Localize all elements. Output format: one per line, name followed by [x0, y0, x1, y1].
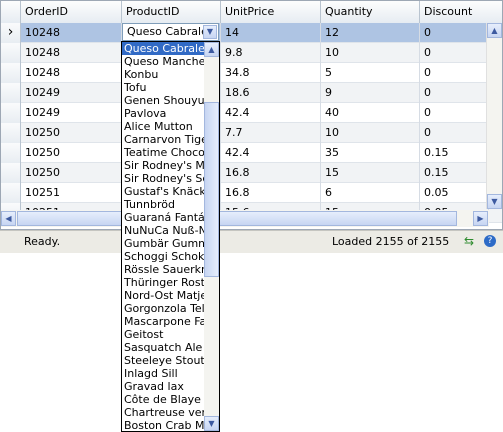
cell-order[interactable]: 10250	[21, 123, 122, 143]
cell-qty[interactable]: 35	[321, 143, 420, 163]
table-row[interactable]: 10248 9.8 10 0	[1, 43, 502, 63]
cell-order[interactable]: 10248	[21, 23, 122, 43]
scroll-up-icon[interactable]: ▲	[487, 23, 502, 38]
cell-price[interactable]: 9.8	[221, 43, 321, 63]
cell-price[interactable]: 16.8	[221, 183, 321, 203]
cell-disc[interactable]: 0	[420, 103, 489, 123]
dropdown-scrollbar[interactable]: ▲ ▼	[204, 42, 219, 431]
product-dropdown-list[interactable]: Queso CabralesQueso Manchego La PastoraK…	[121, 41, 220, 432]
cell-disc[interactable]: 0	[420, 63, 489, 83]
cell-price[interactable]: 18.6	[221, 83, 321, 103]
refresh-icon[interactable]: ⇆	[464, 234, 474, 248]
cell-price[interactable]: 34.8	[221, 63, 321, 83]
cell-order[interactable]: 10251	[21, 183, 122, 203]
cell-order[interactable]: 10250	[21, 163, 122, 183]
cell-order[interactable]: 10248	[21, 63, 122, 83]
row-header[interactable]	[1, 143, 21, 163]
cell-price[interactable]: 7.7	[221, 123, 321, 143]
dropdown-scroll-down-icon[interactable]: ▼	[204, 416, 219, 431]
table-row[interactable]: 10250 16.8 15 0.15	[1, 163, 502, 183]
cell-order[interactable]: 10250	[21, 143, 122, 163]
scroll-right-icon[interactable]: ▶	[473, 211, 488, 226]
grid-header: OrderID ProductID UnitPrice Quantity Dis…	[1, 1, 502, 24]
cell-disc[interactable]: 0	[420, 43, 489, 63]
header-corner	[1, 1, 21, 23]
row-header[interactable]: ›	[1, 23, 21, 43]
cell-qty[interactable]: 9	[321, 83, 420, 103]
dropdown-scroll-thumb[interactable]	[204, 102, 219, 277]
cell-disc[interactable]: 0	[420, 123, 489, 143]
status-ready-text: Ready.	[24, 235, 61, 248]
combo-value: Queso Cabrales	[127, 25, 214, 38]
cell-disc[interactable]: 0.15	[420, 163, 489, 183]
cell-price[interactable]: 42.4	[221, 143, 321, 163]
status-loaded-text: Loaded 2155 of 2155	[332, 235, 450, 248]
data-grid: OrderID ProductID UnitPrice Quantity Dis…	[0, 0, 503, 230]
table-row[interactable]: 10250 42.4 35 0.15	[1, 143, 502, 163]
cell-order[interactable]: 10249	[21, 103, 122, 123]
column-header-quantity[interactable]: Quantity	[321, 1, 420, 23]
cell-qty[interactable]: 40	[321, 103, 420, 123]
scroll-left-icon[interactable]: ◀	[1, 211, 16, 226]
cell-price[interactable]: 16.8	[221, 163, 321, 183]
row-header[interactable]	[1, 183, 21, 203]
row-header[interactable]	[1, 63, 21, 83]
table-row[interactable]: 10249 42.4 40 0	[1, 103, 502, 123]
cell-qty[interactable]: 12	[321, 23, 420, 43]
cell-qty[interactable]: 6	[321, 183, 420, 203]
row-header[interactable]	[1, 43, 21, 63]
cell-qty[interactable]: 15	[321, 163, 420, 183]
table-row[interactable]: 10250 7.7 10 0	[1, 123, 502, 143]
column-header-unitprice[interactable]: UnitPrice	[221, 1, 321, 23]
column-header-orderid[interactable]: OrderID	[21, 1, 122, 23]
scroll-down-icon[interactable]: ▼	[487, 194, 502, 209]
cell-disc[interactable]: 0	[420, 83, 489, 103]
horizontal-scrollbar[interactable]: ◀ ▶	[1, 210, 489, 227]
cell-qty[interactable]: 10	[321, 123, 420, 143]
cell-disc[interactable]: 0.15	[420, 143, 489, 163]
row-header[interactable]	[1, 163, 21, 183]
horizontal-scroll-thumb[interactable]	[17, 211, 457, 226]
cell-order[interactable]: 10248	[21, 43, 122, 63]
dropdown-scroll-up-icon[interactable]: ▲	[204, 42, 219, 57]
cell-qty[interactable]: 5	[321, 63, 420, 83]
cell-disc[interactable]: 0.05	[420, 183, 489, 203]
row-header[interactable]	[1, 83, 21, 103]
column-header-productid[interactable]: ProductID	[122, 1, 221, 23]
chevron-down-icon[interactable]: ▼	[203, 25, 217, 39]
cell-price[interactable]: 42.4	[221, 103, 321, 123]
product-combobox[interactable]: Queso Cabrales ▼	[122, 23, 219, 41]
status-bar: Ready. Loaded 2155 of 2155 ⇆ ?	[0, 230, 503, 253]
column-header-discount[interactable]: Discount	[420, 1, 502, 23]
table-row[interactable]: 10249 18.6 9 0	[1, 83, 502, 103]
table-row[interactable]: 10251 16.8 6 0.05	[1, 183, 502, 203]
cell-qty[interactable]: 10	[321, 43, 420, 63]
cell-order[interactable]: 10249	[21, 83, 122, 103]
cell-disc[interactable]: 0	[420, 23, 489, 43]
row-header[interactable]	[1, 103, 21, 123]
vertical-scrollbar[interactable]: ▲ ▼	[486, 23, 502, 209]
help-icon[interactable]: ?	[484, 235, 496, 247]
table-row[interactable]: › 10248 14 12 0	[1, 23, 502, 43]
table-row[interactable]: 10248 34.8 5 0	[1, 63, 502, 83]
cell-price[interactable]: 14	[221, 23, 321, 43]
row-header[interactable]	[1, 123, 21, 143]
